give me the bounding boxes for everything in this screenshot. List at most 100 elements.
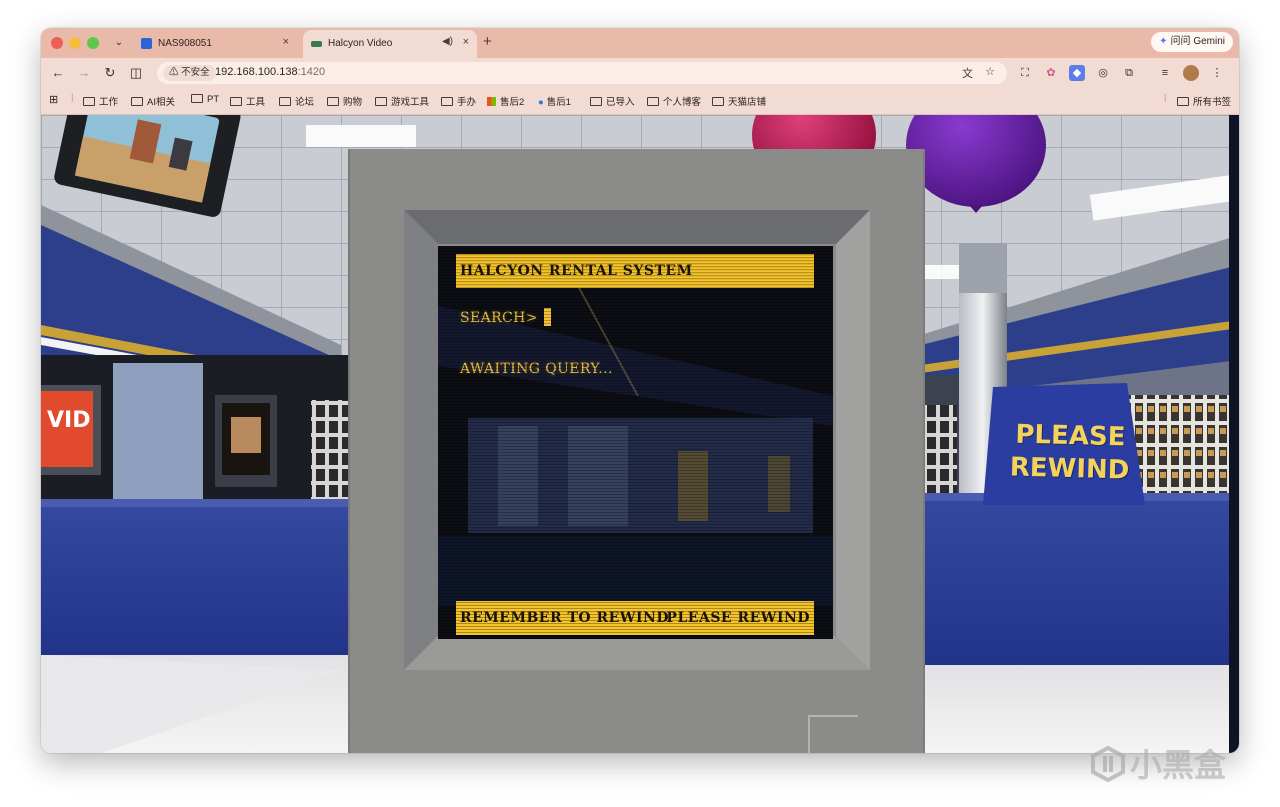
bookmark-label: 游戏工具	[391, 97, 430, 108]
split-view-icon[interactable]: ◫	[127, 64, 145, 82]
security-chip[interactable]: ⚠ 不安全	[163, 65, 216, 81]
folder-icon	[647, 97, 659, 106]
bookmark-label: 售后2	[500, 97, 525, 108]
extension-icon-4[interactable]: ◎	[1095, 65, 1111, 81]
sign-line-1: PLEASE	[1015, 419, 1126, 453]
bookmark-folder[interactable]: 工作	[83, 94, 118, 108]
puzzle-icon[interactable]: ⧉	[1121, 65, 1137, 81]
star-icon[interactable]: ☆	[985, 65, 995, 78]
globe-icon: ●	[538, 97, 544, 108]
bookmark-folder[interactable]: 手办	[441, 94, 476, 108]
crt-footer-bar: REMEMBER TO REWIND PLEASE REWIND	[456, 601, 814, 635]
floppy-slot	[808, 715, 858, 753]
poster-text: VID	[47, 408, 90, 433]
bookmark-label: AI相关	[147, 97, 175, 108]
bookmark-label: 天猫店铺	[728, 97, 767, 108]
crt-screen[interactable]: HALCYON RENTAL SYSTEM SEARCH> AWAITING Q…	[438, 246, 833, 639]
bookmark-label: PT	[207, 94, 220, 105]
bookmark-site[interactable]: 售后2	[487, 94, 524, 108]
bookmarks-divider: |	[1164, 92, 1167, 103]
bookmark-label: 手办	[457, 97, 477, 108]
all-bookmarks-button[interactable]: 所有书签	[1177, 94, 1231, 108]
tab-strip: ⌄ NAS908051 × Halcyon Video ◀) × + ✦ 问问 G…	[41, 28, 1239, 58]
url-port: :1420	[297, 66, 326, 78]
reload-icon[interactable]: ↻	[101, 64, 119, 82]
footer-right-text: PLEASE REWIND	[666, 610, 810, 626]
ask-gemini-button[interactable]: ✦ 问问 Gemini	[1151, 32, 1233, 52]
footer-left-text: REMEMBER TO REWIND	[460, 610, 669, 626]
translate-icon[interactable]: 文	[962, 65, 973, 81]
security-label: 不安全	[181, 67, 210, 78]
gemini-label: 问问 Gemini	[1170, 36, 1225, 47]
bookmarks-divider: |	[71, 92, 74, 103]
kebab-menu-icon[interactable]: ⋮	[1209, 65, 1225, 81]
close-icon[interactable]: ×	[283, 36, 289, 48]
bookmark-label: 工作	[99, 97, 119, 108]
url-text[interactable]: 192.168.100.138:1420	[215, 66, 325, 78]
address-bar[interactable]: ⚠ 不安全 192.168.100.138:1420 文 ☆	[157, 62, 1007, 84]
tab-nas[interactable]: NAS908051 ×	[133, 30, 297, 58]
new-tab-button[interactable]: +	[483, 33, 492, 50]
bookmark-folder[interactable]: 天猫店铺	[712, 94, 766, 108]
zoom-window-button[interactable]	[87, 37, 99, 49]
chevron-down-icon[interactable]: ⌄	[111, 35, 127, 51]
folder-icon	[375, 97, 387, 106]
tab-title: NAS908051	[158, 38, 212, 49]
folder-icon	[83, 97, 95, 106]
crt-header-bar: HALCYON RENTAL SYSTEM	[456, 254, 814, 288]
tab-halcyon-video[interactable]: Halcyon Video ◀) ×	[303, 30, 477, 58]
microsoft-logo-icon	[487, 97, 496, 106]
bookmark-folder[interactable]: PT	[191, 94, 219, 105]
close-icon[interactable]: ×	[463, 36, 469, 48]
back-arrow-icon[interactable]: ←	[49, 64, 67, 82]
toolbar: ← → ↻ ◫ ⚠ 不安全 192.168.100.138:1420 文 ☆ ⛶…	[41, 58, 1239, 88]
extension-icon-1[interactable]: ⛶	[1017, 65, 1033, 81]
bookmark-folder[interactable]: 工具	[230, 94, 265, 108]
folder-icon	[712, 97, 724, 106]
gemini-sparkle-icon: ✦	[1159, 36, 1168, 47]
nas-favicon-icon	[141, 38, 152, 49]
search-prompt: SEARCH>	[460, 310, 538, 326]
warning-icon: ⚠	[169, 67, 179, 78]
extension-icon-2[interactable]: ✿	[1043, 65, 1059, 81]
folder-icon	[131, 97, 143, 106]
please-rewind-sign: PLEASE REWIND	[984, 418, 1156, 488]
bookmark-folder[interactable]: 已导入	[590, 94, 635, 108]
bookmark-folder[interactable]: 游戏工具	[375, 94, 429, 108]
all-bookmarks-label: 所有书签	[1193, 97, 1232, 108]
close-window-button[interactable]	[51, 37, 63, 49]
bookmark-label: 购物	[343, 97, 363, 108]
text-cursor	[543, 308, 551, 326]
bookmark-label: 已导入	[606, 97, 635, 108]
folder-icon	[590, 97, 602, 106]
bookmark-label: 论坛	[295, 97, 315, 108]
tab-title: Halcyon Video	[328, 38, 393, 49]
speaker-icon[interactable]: ◀)	[442, 36, 453, 47]
folder-icon	[327, 97, 339, 106]
url-host: 192.168.100.138	[215, 66, 298, 78]
minimize-window-button[interactable]	[69, 37, 81, 49]
bookmark-folder[interactable]: AI相关	[131, 94, 175, 108]
extension-icon-3[interactable]: ◆	[1069, 65, 1085, 81]
bookmark-folder[interactable]: 论坛	[279, 94, 314, 108]
avatar[interactable]	[1183, 65, 1199, 81]
crt-reflection	[438, 246, 833, 639]
bookmark-label: 工具	[246, 97, 266, 108]
forward-arrow-icon[interactable]: →	[75, 64, 93, 82]
folder-icon	[279, 97, 291, 106]
bookmark-folder[interactable]: 个人博客	[647, 94, 701, 108]
browser-window: ⌄ NAS908051 × Halcyon Video ◀) × + ✦ 问问 G…	[41, 28, 1239, 753]
search-input[interactable]: SEARCH>	[460, 308, 551, 326]
bookmark-label: 售后1	[546, 97, 572, 108]
bookmark-folder[interactable]: 购物	[327, 94, 362, 108]
apps-grid-icon[interactable]: ⊞	[49, 93, 58, 106]
status-text: AWAITING QUERY...	[460, 361, 613, 377]
sign-line-2: REWIND	[1009, 452, 1130, 486]
bookmark-site[interactable]: ● 售后1	[538, 94, 571, 108]
media-queue-icon[interactable]: ≡	[1157, 65, 1173, 81]
bookmarks-bar: ⊞ | 工作 AI相关 PT 工具 论坛 购物 游戏工具 手办 售后2 ● 售后1…	[41, 88, 1239, 115]
folder-icon	[230, 97, 242, 106]
game-viewport[interactable]: VID HALCYON RENTAL SYSTEM SEARCH> AWAITI…	[41, 115, 1239, 753]
folder-icon	[1177, 97, 1189, 106]
folder-icon	[191, 94, 203, 103]
